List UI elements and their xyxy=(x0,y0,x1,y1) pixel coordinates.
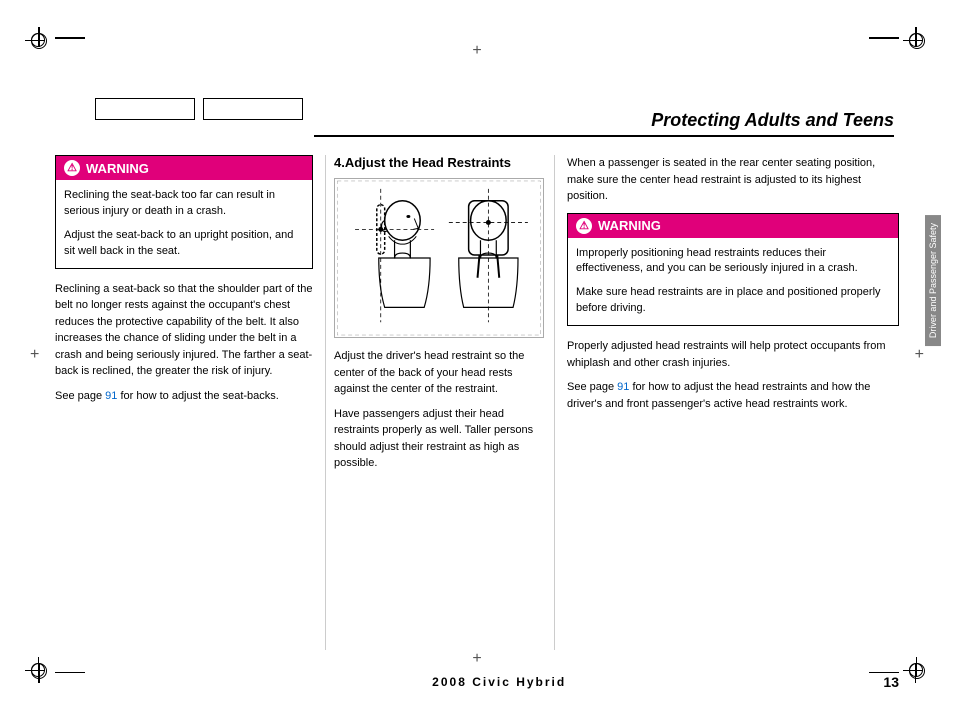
page-title-area: Protecting Adults and Teens xyxy=(314,110,894,137)
bracket-line-bl-h xyxy=(55,672,85,674)
bracket-line-tl-v xyxy=(38,27,40,47)
warning-title-right: WARNING xyxy=(598,218,661,233)
bracket-line-tr-h xyxy=(869,37,899,39)
right-body-text: Properly adjusted head restraints will h… xyxy=(567,338,899,412)
right-body-p1: When a passenger is seated in the rear c… xyxy=(567,155,899,205)
section-heading: 4.Adjust the Head Restraints xyxy=(334,155,546,170)
head-restraint-image xyxy=(334,178,544,338)
warning-right-p1: Improperly positioning head restraints r… xyxy=(576,246,890,278)
warning-left-p2: Adjust the seat-back to an upright posit… xyxy=(64,228,304,260)
warning-icon-right: ⚠ xyxy=(576,218,592,234)
warning-icon-left: ⚠ xyxy=(64,160,80,176)
reg-mark-tr xyxy=(906,30,926,50)
footer-center: 2008 Civic Hybrid xyxy=(432,675,566,689)
warning-header-right: ⚠ WARNING xyxy=(568,214,898,238)
middle-body-text: Adjust the driver's head restraint so th… xyxy=(334,348,546,472)
footer-page-number: 13 xyxy=(883,674,899,690)
right-body-p2: Properly adjusted head restraints will h… xyxy=(567,338,899,371)
bracket-line-br-h xyxy=(869,672,899,674)
warning-content-left: Reclining the seat-back too far can resu… xyxy=(56,180,312,268)
cross-left: + xyxy=(30,346,39,364)
page: + + + + Protecting Adults and Teens ⚠ WA… xyxy=(0,0,954,710)
left-body-text: Reclining a seat-back so that the should… xyxy=(55,281,313,405)
top-tab-1 xyxy=(95,98,195,120)
cross-top: + xyxy=(472,42,481,60)
middle-body-p2: Have passengers adjust their head restra… xyxy=(334,406,546,472)
bracket-line-tr-v xyxy=(915,27,917,47)
warning-left-p1: Reclining the seat-back too far can resu… xyxy=(64,188,304,220)
top-tab-2 xyxy=(203,98,303,120)
right-body-intro: When a passenger is seated in the rear c… xyxy=(567,155,899,205)
left-body-p1: Reclining a seat-back so that the should… xyxy=(55,281,313,380)
left-body-p2: See page 91 for how to adjust the seat-b… xyxy=(55,388,313,405)
reg-mark-br xyxy=(906,660,926,680)
left-page-link[interactable]: 91 xyxy=(105,390,117,402)
middle-column: 4.Adjust the Head Restraints xyxy=(325,155,555,650)
top-tabs xyxy=(95,98,303,120)
bracket-line-br-v xyxy=(915,663,917,683)
right-page-link[interactable]: 91 xyxy=(617,381,629,393)
warning-title-left: WARNING xyxy=(86,161,149,176)
right-column: When a passenger is seated in the rear c… xyxy=(555,155,899,650)
cross-bottom: + xyxy=(472,650,481,668)
title-rule xyxy=(314,135,894,137)
warning-box-right: ⚠ WARNING Improperly positioning head re… xyxy=(567,213,899,327)
warning-content-right: Improperly positioning head restraints r… xyxy=(568,238,898,326)
side-tab: Driver and Passenger Safety xyxy=(925,215,941,346)
left-column: ⚠ WARNING Reclining the seat-back too fa… xyxy=(55,155,325,650)
bracket-line-bl-v xyxy=(38,663,40,683)
bracket-line-tl-h xyxy=(55,37,85,39)
content-area: ⚠ WARNING Reclining the seat-back too fa… xyxy=(55,155,899,650)
footer: 2008 Civic Hybrid 13 xyxy=(55,674,899,690)
middle-body-p1: Adjust the driver's head restraint so th… xyxy=(334,348,546,398)
cross-right: + xyxy=(915,346,924,364)
warning-box-left: ⚠ WARNING Reclining the seat-back too fa… xyxy=(55,155,313,269)
right-body-p3: See page 91 for how to adjust the head r… xyxy=(567,379,899,412)
warning-right-p2: Make sure head restraints are in place a… xyxy=(576,285,890,317)
page-title: Protecting Adults and Teens xyxy=(314,110,894,131)
warning-header-left: ⚠ WARNING xyxy=(56,156,312,180)
